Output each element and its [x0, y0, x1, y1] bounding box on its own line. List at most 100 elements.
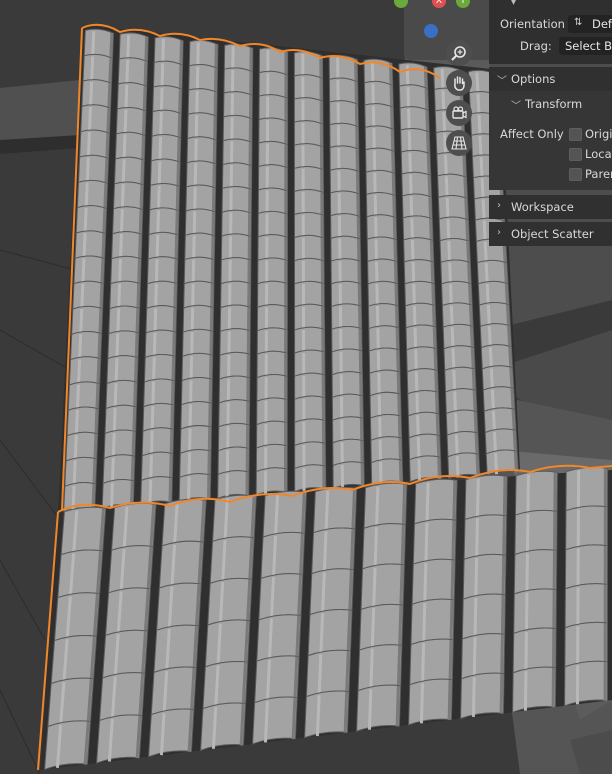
roof-tile	[329, 167, 361, 195]
tile-highlight	[449, 305, 454, 327]
roof-tile	[156, 582, 202, 631]
roof-tile	[110, 255, 142, 285]
tile-highlight	[413, 327, 418, 350]
tile-highlight	[412, 283, 416, 306]
tile-shadow	[393, 261, 398, 284]
affect-locations-checkbox[interactable]	[569, 148, 582, 161]
tile-highlight	[114, 358, 119, 384]
tile-highlight	[374, 486, 380, 528]
tile-highlight	[151, 381, 156, 407]
transform-subpanel-header[interactable]: ﹀ Transform	[511, 94, 612, 114]
roof-tile	[331, 303, 363, 330]
tile-shadow	[178, 89, 182, 114]
roof-tile	[221, 186, 253, 214]
roof-tile	[102, 454, 136, 485]
roof-tile	[182, 328, 214, 358]
collapse-arrow-icon[interactable]: ▾	[511, 0, 516, 8]
axis-y-negative-icon[interactable]	[394, 0, 408, 8]
roof-tile	[187, 112, 218, 142]
roof-tile	[143, 378, 176, 408]
tile-shadow	[392, 217, 397, 240]
axis-z-icon[interactable]	[424, 24, 438, 38]
hand-pan-icon	[454, 76, 465, 91]
roof-tile	[79, 129, 111, 160]
roof-tile	[514, 509, 558, 556]
roof-tile	[293, 120, 324, 148]
camera-view-button[interactable]	[446, 100, 472, 126]
tile-highlight	[263, 701, 269, 743]
roof-tile	[77, 154, 110, 185]
tile-shadow	[108, 58, 113, 84]
drag-dropdown[interactable]: Select Bo	[559, 37, 612, 55]
roof-tile	[357, 644, 403, 692]
tile-highlight	[315, 695, 321, 737]
tile-highlight	[194, 138, 198, 164]
roof-tile	[181, 352, 214, 382]
roof-tile	[257, 257, 288, 285]
axis-y-label: Y	[460, 0, 466, 6]
affect-origins-checkbox[interactable]	[569, 128, 582, 141]
workspace-panel-header[interactable]: › Workspace	[489, 195, 612, 219]
drag-value: Select Bo	[565, 39, 612, 53]
roof-tile	[262, 490, 308, 538]
roof-tile	[141, 427, 175, 457]
tile-shadow	[507, 325, 512, 347]
tile-shadow	[501, 555, 506, 596]
orientation-dropdown[interactable]: ⇅ Def	[568, 15, 612, 33]
affect-parents-checkbox[interactable]	[569, 168, 582, 181]
tile-shadow	[346, 610, 352, 652]
roof-tile	[463, 514, 508, 560]
tile-highlight	[321, 572, 326, 614]
tile-highlight	[524, 592, 529, 632]
roof-tile	[182, 304, 215, 333]
tile-highlight	[272, 535, 278, 578]
tile-highlight	[74, 409, 79, 436]
tile-shadow	[97, 333, 102, 359]
tile-shadow	[463, 177, 468, 199]
tile-highlight	[492, 431, 497, 454]
roof-tile	[330, 213, 361, 240]
tile-highlight	[444, 176, 449, 198]
tile-highlight	[265, 659, 271, 702]
roof-tile	[81, 79, 113, 110]
zoom-button[interactable]	[446, 40, 472, 66]
tile-highlight	[451, 348, 456, 371]
roof-tile	[564, 583, 609, 629]
tile-shadow	[464, 198, 469, 221]
options-panel-header[interactable]: ﹀ Options	[489, 67, 612, 91]
workspace-label: Workspace	[511, 200, 574, 214]
transform-label: Transform	[525, 97, 583, 111]
pan-button[interactable]	[446, 70, 472, 96]
tile-shadow	[141, 135, 145, 161]
tile-shadow	[424, 88, 429, 111]
tile-shadow	[432, 327, 437, 350]
axis-x-icon[interactable]: X	[432, 0, 446, 8]
tile-shadow	[395, 685, 400, 727]
tile-highlight	[372, 567, 377, 609]
perspective-toggle-button[interactable]	[446, 130, 472, 156]
roof-tile	[217, 422, 250, 452]
object-scatter-panel-header[interactable]: › Object Scatter	[489, 222, 612, 246]
tile-highlight	[424, 522, 429, 563]
roof-tile	[75, 205, 108, 235]
tile-highlight	[407, 108, 411, 131]
tile-highlight	[409, 174, 413, 197]
roof-tile	[369, 369, 402, 397]
tile-shadow	[396, 372, 401, 395]
axis-y-icon[interactable]: Y	[456, 0, 470, 8]
roof-tile	[438, 216, 470, 243]
tile-highlight	[445, 197, 450, 220]
tile-highlight	[152, 332, 157, 358]
roof-tile	[331, 371, 364, 399]
roof-tile	[405, 324, 438, 351]
tile-shadow	[500, 595, 505, 635]
roof-tile	[565, 466, 609, 512]
tile-highlight	[412, 305, 417, 328]
roof-tile	[512, 627, 557, 674]
tile-highlight	[122, 134, 127, 160]
roof-tile	[146, 256, 179, 285]
tile-highlight	[490, 389, 495, 411]
tile-highlight	[408, 152, 413, 175]
roof-tile	[366, 214, 398, 241]
roof-tile	[179, 425, 213, 454]
